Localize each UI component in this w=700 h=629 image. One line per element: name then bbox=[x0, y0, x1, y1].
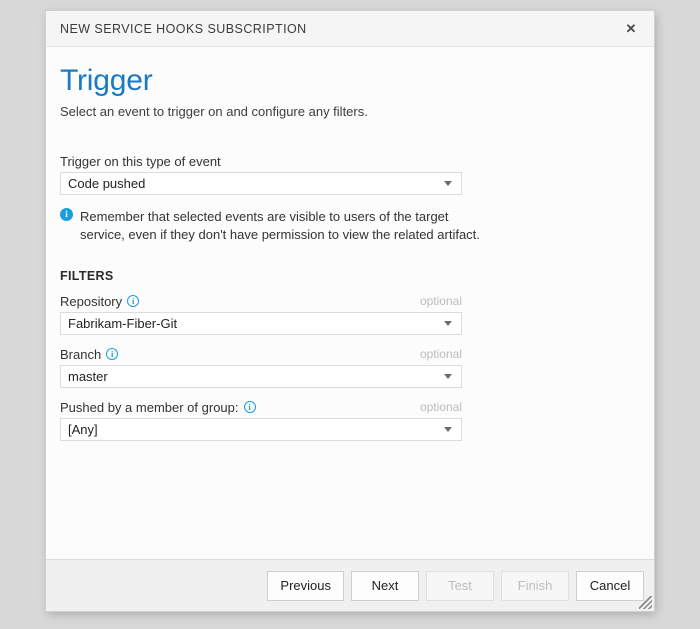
branch-label-group: Branch i bbox=[60, 346, 119, 362]
branch-optional-tag: optional bbox=[419, 347, 462, 361]
info-outline-icon[interactable]: i bbox=[243, 401, 256, 413]
info-outline-icon[interactable]: i bbox=[127, 295, 140, 307]
info-outline-icon[interactable]: i bbox=[106, 348, 119, 360]
chevron-down-icon bbox=[444, 427, 452, 432]
dialog-titlebar: NEW SERVICE HOOKS SUBSCRIPTION ✕ bbox=[46, 11, 654, 47]
cancel-button[interactable]: Cancel bbox=[576, 570, 644, 601]
repository-value: Fabrikam-Fiber-Git bbox=[68, 315, 178, 331]
dialog-body: Trigger Select an event to trigger on an… bbox=[46, 47, 654, 559]
pushed-by-group-value: [Any] bbox=[68, 421, 98, 437]
branch-value: master bbox=[68, 368, 108, 384]
event-visibility-notice: i Remember that selected events are visi… bbox=[60, 207, 640, 245]
repository-label-row: Repository i optional bbox=[60, 294, 462, 309]
filters-heading: FILTERS bbox=[60, 268, 114, 283]
pushed-by-group-optional-tag: optional bbox=[419, 400, 462, 414]
branch-label-row: Branch i optional bbox=[60, 347, 462, 362]
new-service-hooks-subscription-dialog: NEW SERVICE HOOKS SUBSCRIPTION ✕ Trigger… bbox=[46, 11, 654, 611]
previous-button[interactable]: Previous bbox=[267, 570, 344, 601]
info-filled-icon: i bbox=[60, 207, 73, 221]
filter-field-branch: Branch i optional master bbox=[60, 347, 640, 388]
event-type-label: Trigger on this type of event bbox=[60, 153, 221, 169]
pushed-by-group-label-row: Pushed by a member of group: i optional bbox=[60, 400, 462, 415]
event-type-label-row: Trigger on this type of event bbox=[60, 154, 640, 169]
branch-select[interactable]: master bbox=[60, 364, 462, 388]
next-button[interactable]: Next bbox=[351, 570, 419, 601]
close-icon[interactable]: ✕ bbox=[616, 11, 646, 46]
chevron-down-icon bbox=[444, 181, 452, 187]
repository-label-group: Repository i bbox=[60, 293, 140, 309]
test-button: Test bbox=[426, 570, 494, 601]
dialog-footer: Previous Next Test Finish Cancel bbox=[46, 559, 654, 611]
filter-field-repository: Repository i optional Fabrikam-Fiber-Git bbox=[60, 294, 640, 335]
repository-label: Repository bbox=[60, 293, 123, 309]
page-subtitle: Select an event to trigger on and config… bbox=[60, 103, 368, 119]
filter-field-pushed-by-group: Pushed by a member of group: i optional … bbox=[60, 400, 640, 441]
page-title: Trigger bbox=[60, 64, 153, 97]
finish-button: Finish bbox=[501, 570, 569, 601]
chevron-down-icon bbox=[444, 374, 452, 379]
chevron-down-icon bbox=[444, 321, 452, 326]
pushed-by-group-label: Pushed by a member of group: bbox=[60, 399, 239, 415]
pushed-by-group-select[interactable]: [Any] bbox=[60, 417, 462, 441]
event-type-value: Code pushed bbox=[68, 175, 146, 191]
event-type-label-group: Trigger on this type of event bbox=[60, 154, 221, 169]
resize-grip[interactable] bbox=[639, 596, 652, 609]
repository-optional-tag: optional bbox=[419, 294, 462, 308]
dialog-title: NEW SERVICE HOOKS SUBSCRIPTION bbox=[60, 21, 307, 36]
notice-text: Remember that selected events are visibl… bbox=[80, 208, 480, 243]
event-type-select[interactable]: Code pushed bbox=[60, 171, 462, 195]
branch-label: Branch bbox=[60, 346, 102, 362]
event-type-field: Trigger on this type of event Code pushe… bbox=[60, 154, 640, 195]
pushed-by-group-label-group: Pushed by a member of group: i bbox=[60, 400, 256, 415]
repository-select[interactable]: Fabrikam-Fiber-Git bbox=[60, 311, 462, 335]
